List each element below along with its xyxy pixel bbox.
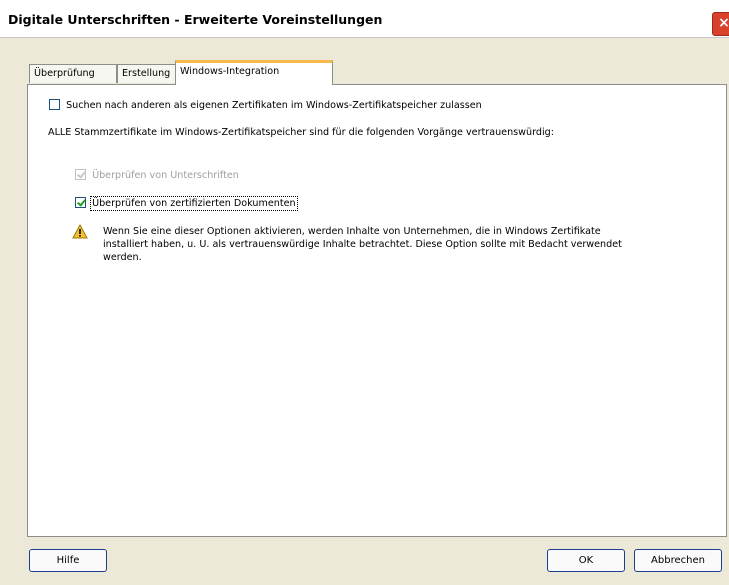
tab-erstellung[interactable]: Erstellung xyxy=(117,64,176,83)
title-bar: Digitale Unterschriften - Erweiterte Vor… xyxy=(0,0,729,38)
verify-certified-documents-label[interactable]: Überprüfen von zertifizierten Dokumenten xyxy=(90,196,298,211)
window-title: Digitale Unterschriften - Erweiterte Vor… xyxy=(8,12,383,27)
verify-signatures-checkbox xyxy=(75,169,86,180)
search-certificates-label: Suchen nach anderen als eigenen Zertifik… xyxy=(66,100,482,111)
tab-ueberpruefung[interactable]: Überprüfung xyxy=(29,64,117,83)
search-certificates-checkbox[interactable] xyxy=(49,99,60,110)
verify-signatures-label: Überprüfen von Unterschriften xyxy=(92,170,239,181)
close-button[interactable]: × xyxy=(712,12,729,36)
tab-windows-integration[interactable]: Windows-Integration xyxy=(175,60,333,85)
option-search-row[interactable]: Suchen nach anderen als eigenen Zertifik… xyxy=(49,99,482,111)
ok-button[interactable]: OK xyxy=(547,549,625,572)
warning-triangle-icon xyxy=(72,224,88,239)
verify-certified-documents-checkbox[interactable] xyxy=(75,197,86,208)
warning-text: Wenn Sie eine dieser Optionen aktivieren… xyxy=(103,226,622,263)
trust-description: ALLE Stammzertifikate im Windows-Zertifi… xyxy=(48,127,554,138)
cancel-button[interactable]: Abbrechen xyxy=(634,549,722,572)
tab-panel xyxy=(27,84,727,537)
option-certified-row[interactable]: Überprüfen von zertifizierten Dokumenten xyxy=(75,196,298,211)
help-button[interactable]: Hilfe xyxy=(29,549,107,572)
close-icon: × xyxy=(718,15,729,31)
option-signatures-row: Überprüfen von Unterschriften xyxy=(75,169,239,181)
